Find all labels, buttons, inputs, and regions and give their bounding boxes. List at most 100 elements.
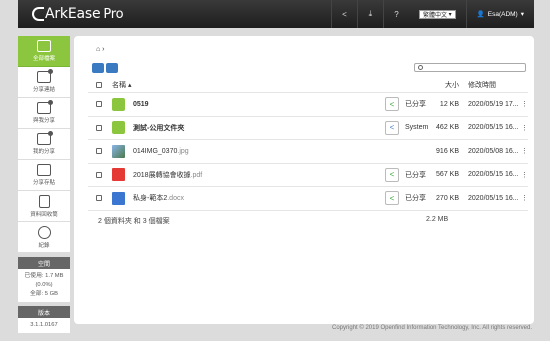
header-actions: < ⤓ ? 繁體中文 ▾ 👤 Esa(ADM) ▾ (330, 0, 534, 28)
row-checkbox[interactable] (96, 195, 102, 202)
chevron-down-icon: ▾ (446, 11, 452, 18)
table-row[interactable]: 私身-範本2.docx < 已分享 270 KB 2020/05/15 16..… (88, 187, 528, 211)
sidebar-item-share-links[interactable]: 分享連結 (18, 67, 70, 98)
toolbar (92, 63, 118, 73)
sidebar-item-label: 資料回收筒 (30, 211, 58, 218)
user-name: Esa(ADM) (487, 10, 518, 18)
version-value: 3.1.1.0167 (18, 318, 70, 333)
user-menu[interactable]: 👤 Esa(ADM) ▾ (465, 0, 534, 28)
file-size: 567 KB (436, 171, 459, 179)
table-row[interactable]: 2018展轉協會收據.pdf < 已分享 567 KB 2020/05/15 1… (88, 164, 528, 187)
language-select[interactable]: 繁體中文 ▾ (418, 9, 456, 19)
sidebar-item-history[interactable]: 紀錄 (18, 222, 70, 253)
file-name[interactable]: 0519 (133, 101, 149, 108)
language-label: 繁體中文 (422, 12, 447, 19)
row-checkbox[interactable] (96, 171, 102, 178)
space-info: 已使用: 1.7 MB (0.0%) 全部: 5 GB (18, 269, 70, 302)
table-row[interactable]: 014IMG_0370.jpg 916 KB 2020/05/08 16... … (88, 140, 528, 164)
folder-icon (37, 40, 51, 52)
sidebar-item-label: 紀錄 (38, 242, 50, 249)
new-folder-button[interactable] (106, 63, 118, 73)
recycle-bin-icon (38, 194, 50, 208)
sidebar: 全部檔案 分享連結 與我分享 我的分享 分享存貼 資料回收筒 紀錄 空間 已使用… (18, 36, 70, 333)
table-header: 名稱 ▴ 大小 修改時間 (88, 78, 528, 93)
download-icon[interactable]: ⤓ (356, 0, 383, 28)
more-options-icon[interactable]: ⋮ (521, 100, 528, 108)
table-row[interactable]: 0519 < 已分享 12 KB 2020/05/19 17... ⋮ (88, 93, 528, 117)
table-row[interactable]: 測試-公用文件夾 < System 462 KB 2020/05/15 16..… (88, 117, 528, 140)
user-icon: 👤 (476, 11, 485, 18)
row-checkbox[interactable] (96, 124, 102, 131)
sidebar-item-share-paste[interactable]: 分享存貼 (18, 160, 70, 191)
space-total: 全部: 5 GB (29, 291, 59, 297)
copyright: Copyright © 2019 Openfind Information Te… (332, 325, 532, 331)
select-all-checkbox[interactable] (96, 82, 102, 88)
sidebar-item-label: 分享存貼 (32, 180, 55, 186)
folder-icon (112, 121, 125, 135)
modified-date: 2020/05/15 16... (468, 171, 519, 179)
space-title: 空間 (18, 257, 70, 269)
version-title: 版本 (18, 306, 70, 318)
home-icon[interactable]: ⌂ › (96, 46, 105, 53)
sidebar-item-label: 分享連結 (32, 87, 55, 93)
share-status: 已分享 (405, 171, 426, 179)
modified-date: 2020/05/15 16... (468, 194, 519, 202)
share-icon[interactable]: < (330, 0, 357, 28)
file-summary: 2 個資料夾 和 3 個檔案 (98, 218, 170, 225)
chevron-down-icon: ▾ (520, 11, 524, 18)
file-name[interactable]: 014IMG_0370.jpg (133, 148, 189, 155)
word-file-icon (112, 191, 125, 205)
modified-date: 2020/05/19 17... (468, 100, 519, 108)
app-logo[interactable]: ArkEase Pro (32, 6, 124, 22)
file-name[interactable]: 私身-範本2.docx (133, 193, 184, 203)
more-options-icon[interactable]: ⋮ (521, 194, 528, 202)
file-size: 916 KB (436, 147, 459, 155)
share-icon[interactable]: < (385, 97, 399, 112)
shared-with-me-icon (37, 100, 53, 114)
search-input[interactable] (414, 63, 526, 72)
more-options-icon[interactable]: ⋮ (521, 124, 528, 132)
share-status: 已分享 (405, 101, 426, 109)
folder-icon (112, 97, 125, 111)
sidebar-item-label: 我的分享 (32, 149, 55, 155)
pdf-file-icon (112, 168, 125, 182)
share-icon[interactable]: < (385, 191, 399, 206)
modified-date: 2020/05/15 16... (468, 124, 519, 132)
file-size: 270 KB (436, 194, 459, 202)
more-options-icon[interactable]: ⋮ (521, 147, 528, 155)
file-size: 12 KB (439, 100, 459, 108)
sidebar-item-shared-with-me[interactable]: 與我分享 (18, 98, 70, 129)
row-checkbox[interactable] (96, 148, 102, 155)
sidebar-item-label: 與我分享 (32, 118, 55, 124)
space-used: 已使用: 1.7 MB (24, 273, 64, 279)
share-icon[interactable]: < (385, 167, 399, 182)
share-status: 已分享 (405, 195, 426, 203)
file-size: 462 KB (436, 124, 459, 132)
my-shares-icon (37, 131, 53, 145)
sidebar-item-recycle-bin[interactable]: 資料回收筒 (18, 191, 70, 222)
row-checkbox[interactable] (96, 101, 102, 108)
help-icon[interactable]: ? (382, 0, 409, 28)
more-options-icon[interactable]: ⋮ (521, 171, 528, 179)
share-icon[interactable]: < (385, 120, 399, 135)
sidebar-item-label: 全部檔案 (32, 56, 55, 62)
share-link-icon (37, 69, 53, 83)
top-header: ArkEase Pro < ⤓ ? 繁體中文 ▾ 👤 Esa(ADM) ▾ (18, 0, 534, 28)
brand-suffix: Pro (103, 6, 124, 22)
column-name[interactable]: 名稱 ▴ (112, 80, 131, 90)
sidebar-item-my-shares[interactable]: 我的分享 (18, 129, 70, 160)
column-modified[interactable]: 修改時間 (468, 80, 496, 90)
sidebar-item-all-files[interactable]: 全部檔案 (18, 36, 70, 67)
file-name[interactable]: 測試-公用文件夾 (133, 123, 184, 133)
history-icon (37, 225, 51, 239)
file-browser: ⌂ › 名稱 ▴ 大小 修改時間 0519 < 已分享 12 KB 2020/0… (74, 36, 534, 324)
upload-button[interactable] (92, 63, 104, 73)
column-size[interactable]: 大小 (433, 80, 459, 90)
file-name[interactable]: 2018展轉協會收據.pdf (133, 170, 202, 180)
file-table: 名稱 ▴ 大小 修改時間 0519 < 已分享 12 KB 2020/05/19… (88, 78, 528, 211)
modified-date: 2020/05/08 16... (468, 147, 519, 155)
brand-name: ArkEase (45, 6, 101, 22)
space-percent: (0.0%) (35, 282, 53, 288)
image-file-icon (112, 144, 125, 158)
share-status: System (405, 124, 429, 132)
